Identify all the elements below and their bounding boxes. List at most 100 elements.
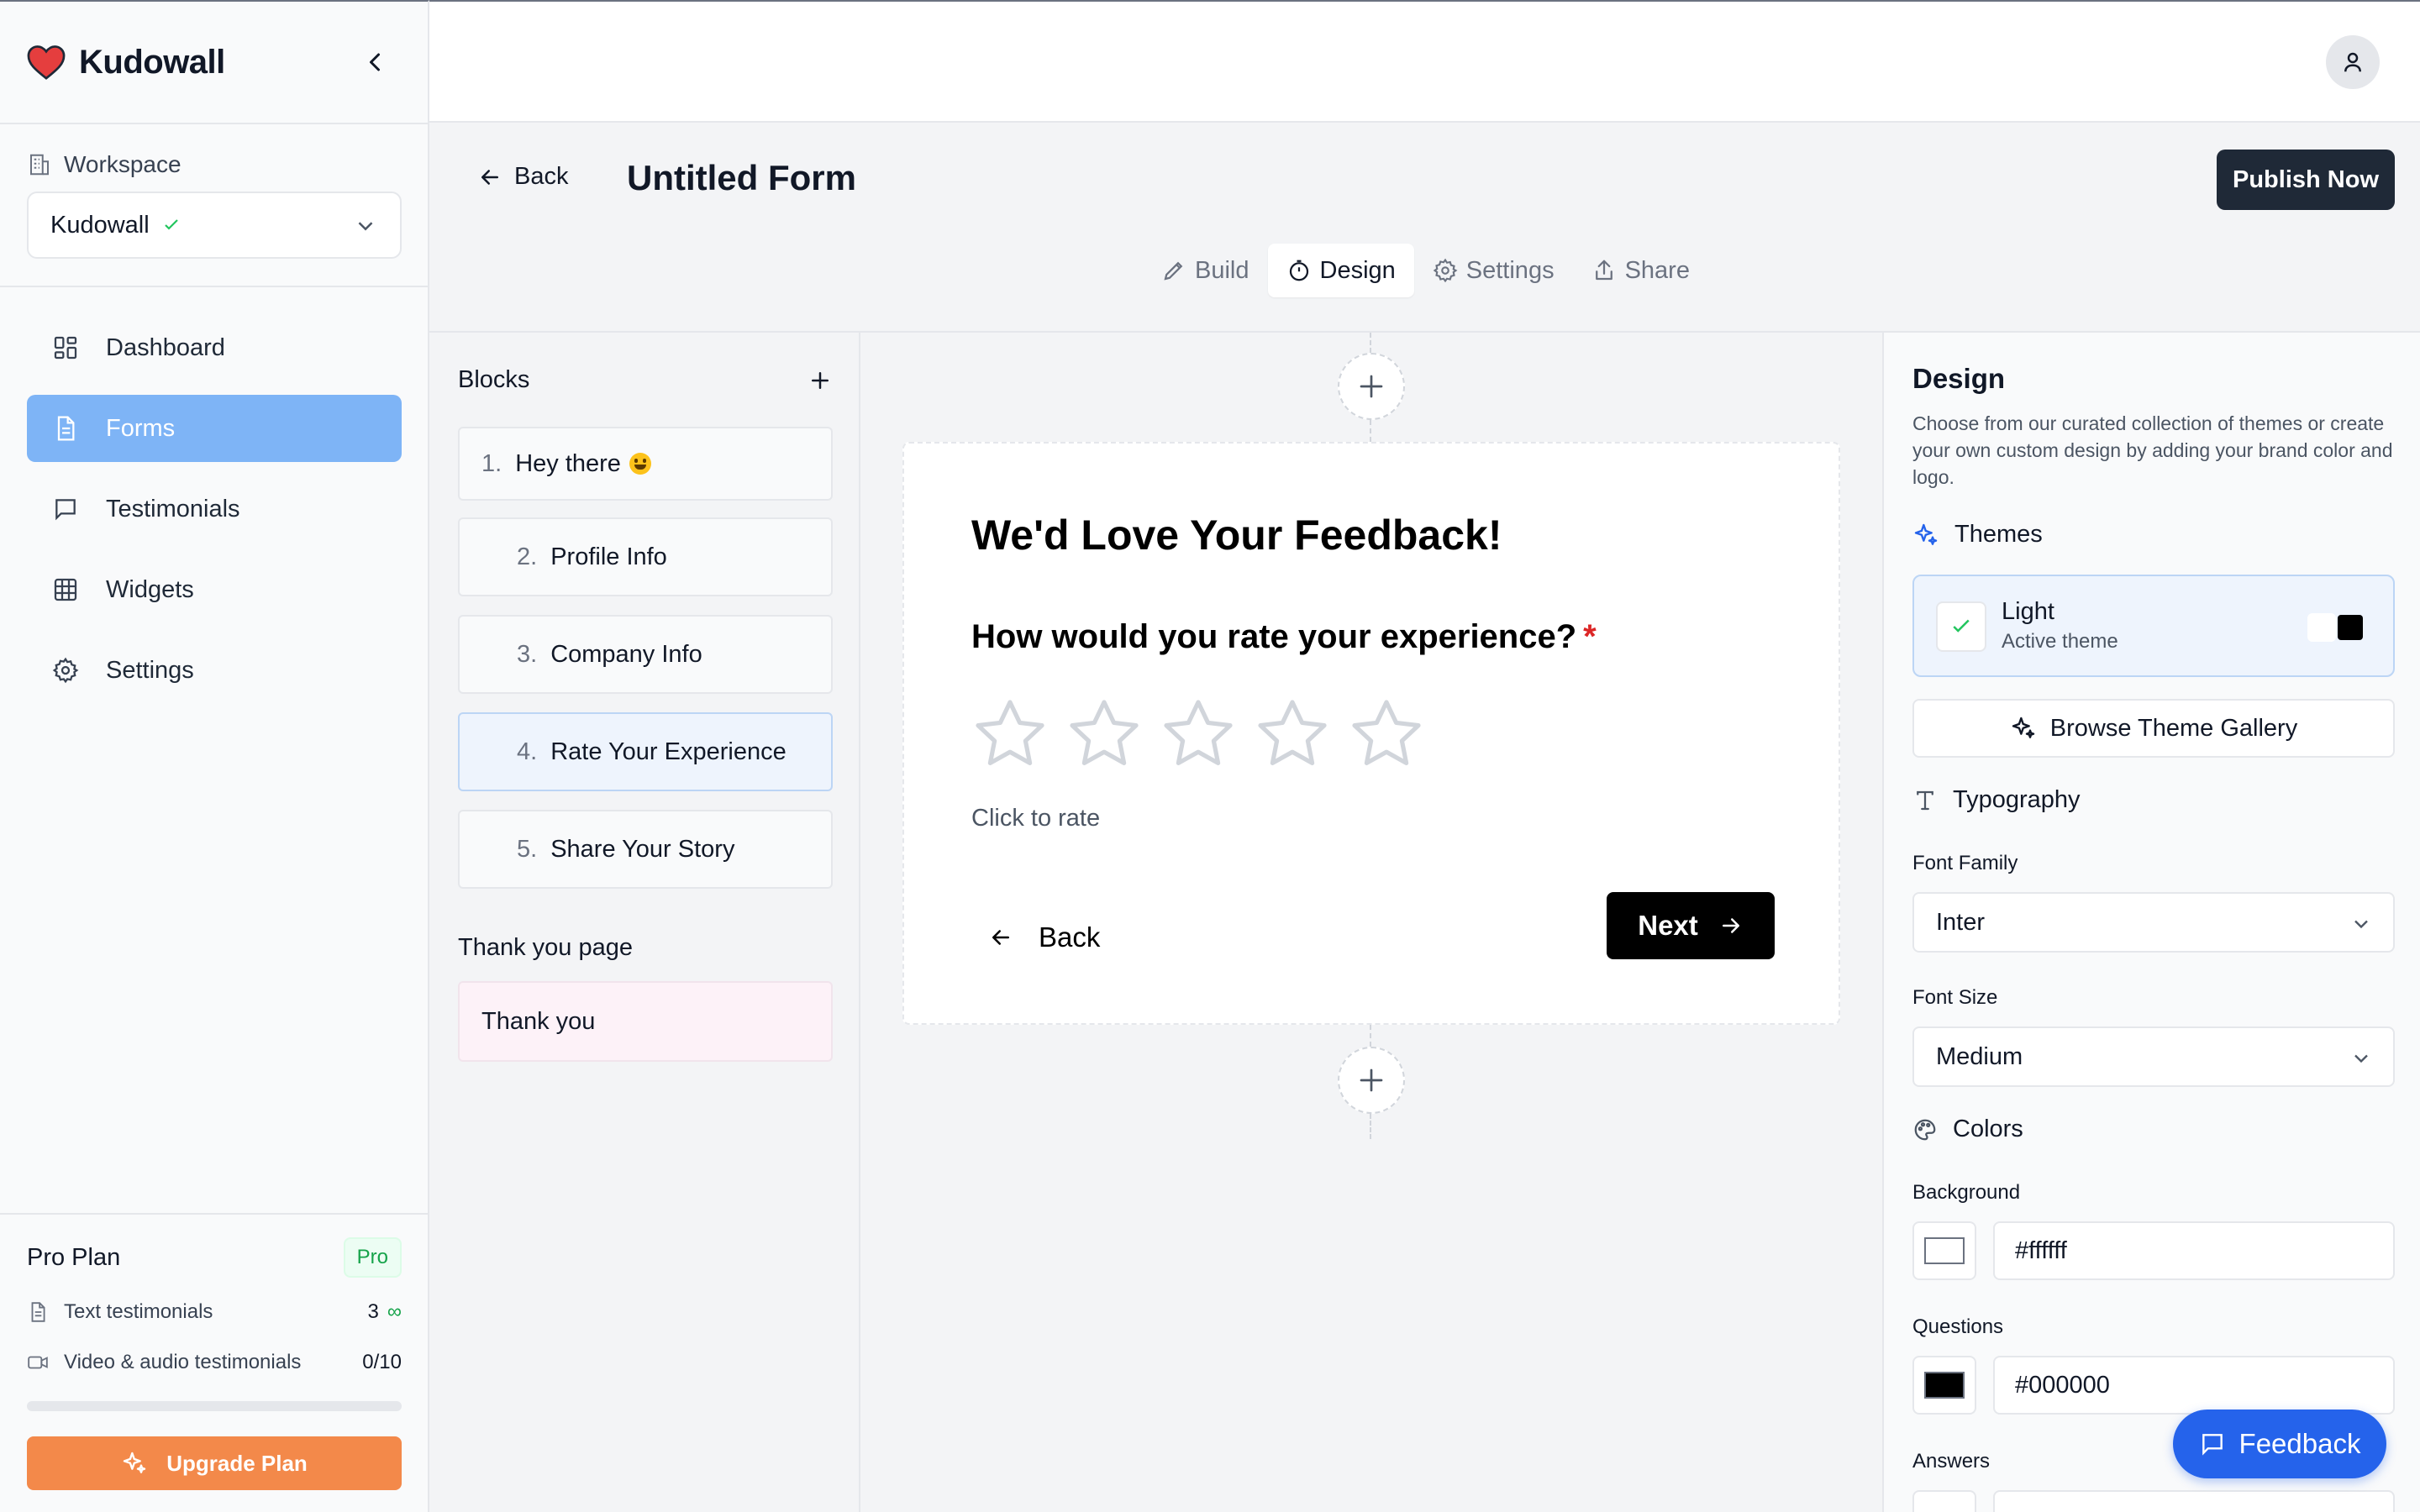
upgrade-plan-button[interactable]: Upgrade Plan bbox=[27, 1436, 402, 1490]
theme-card-light[interactable]: Light Active theme bbox=[1912, 575, 2395, 677]
add-block-icon[interactable] bbox=[808, 368, 833, 393]
usage-progress-bar bbox=[27, 1401, 402, 1411]
tab-label: Share bbox=[1624, 256, 1690, 284]
font-family-select[interactable]: Inter bbox=[1912, 892, 2395, 953]
star-icon[interactable] bbox=[970, 694, 1050, 774]
video-testimonials-usage: 0/10 bbox=[362, 1351, 402, 1373]
nav-item-testimonials[interactable]: Testimonials bbox=[27, 475, 402, 543]
answers-color-swatch[interactable] bbox=[1912, 1490, 1976, 1512]
add-block-below-button[interactable] bbox=[1338, 1047, 1405, 1114]
tab-share[interactable]: Share bbox=[1573, 244, 1708, 297]
tab-design[interactable]: Design bbox=[1267, 244, 1414, 297]
add-block-above-button[interactable] bbox=[1338, 353, 1405, 420]
feedback-label: Feedback bbox=[2238, 1428, 2361, 1459]
user-icon bbox=[2344, 52, 2361, 72]
document-icon bbox=[31, 1302, 45, 1322]
feedback-button[interactable]: Feedback bbox=[2173, 1410, 2386, 1478]
questions-color-input[interactable] bbox=[1993, 1356, 2395, 1415]
block-label: Company Info bbox=[550, 640, 702, 668]
video-icon bbox=[28, 1356, 48, 1369]
card-back-button[interactable]: Back bbox=[988, 904, 1100, 971]
theme-swatch-dark bbox=[2338, 615, 2363, 640]
editor-tabs: Build Design Settings Share bbox=[1143, 244, 1708, 297]
nav-item-forms[interactable]: Forms bbox=[27, 395, 402, 462]
gear-icon bbox=[52, 657, 79, 684]
plan-summary: Pro Plan Pro Text testimonials 3 ∞ Video … bbox=[27, 1236, 402, 1490]
answers-color-input[interactable] bbox=[1993, 1490, 2395, 1512]
top-bar bbox=[429, 0, 2420, 123]
chevron-down-icon bbox=[2354, 920, 2368, 929]
background-color-preview bbox=[1924, 1237, 1965, 1264]
message-icon bbox=[55, 499, 76, 521]
star-icon[interactable] bbox=[1064, 694, 1144, 774]
sidebar: Kudowall Workspace Kudowall Dashboard Fo… bbox=[0, 0, 429, 1512]
theme-name: Light bbox=[2002, 598, 2054, 625]
question-text: How would you rate your experience? * bbox=[971, 618, 1597, 656]
gear-icon bbox=[1433, 258, 1458, 283]
required-mark: * bbox=[1583, 618, 1597, 655]
block-item-5[interactable]: 5. Share Your Story bbox=[458, 810, 833, 889]
typography-section-label: Typography bbox=[1912, 786, 2081, 814]
user-avatar-button[interactable] bbox=[2326, 35, 2380, 89]
publish-now-button[interactable]: Publish Now bbox=[2217, 150, 2395, 210]
workspace-select[interactable]: Kudowall bbox=[27, 192, 402, 259]
text-testimonials-count: 3 bbox=[367, 1300, 379, 1323]
brand[interactable]: Kudowall bbox=[27, 40, 225, 84]
collapse-sidebar-button[interactable] bbox=[360, 47, 390, 77]
theme-status: Active theme bbox=[2002, 630, 2118, 653]
tab-build[interactable]: Build bbox=[1143, 244, 1268, 297]
nav-label: Widgets bbox=[106, 575, 194, 603]
questions-color-preview bbox=[1924, 1372, 1965, 1399]
star-icon[interactable] bbox=[1158, 694, 1239, 774]
background-color-input[interactable] bbox=[1993, 1221, 2395, 1280]
thankyou-block[interactable]: Thank you bbox=[458, 981, 833, 1062]
block-label: Share Your Story bbox=[550, 835, 735, 863]
workspace-label-text: Workspace bbox=[64, 151, 182, 177]
back-button[interactable]: Back bbox=[477, 163, 568, 191]
check-icon bbox=[1953, 619, 1970, 633]
connector-line bbox=[1370, 420, 1371, 442]
nav-item-dashboard[interactable]: Dashboard bbox=[27, 314, 402, 381]
block-label: Rate Your Experience bbox=[550, 738, 786, 765]
questions-color-swatch[interactable] bbox=[1912, 1356, 1976, 1415]
background-color-label: Background bbox=[1912, 1181, 2021, 1204]
divider bbox=[0, 286, 429, 287]
block-item-1[interactable]: 1. Hey there bbox=[458, 427, 833, 501]
plus-icon bbox=[1360, 375, 1383, 398]
brand-name: Kudowall bbox=[79, 43, 225, 81]
heart-logo-icon bbox=[27, 45, 66, 80]
block-label: Hey there bbox=[515, 449, 621, 477]
browse-theme-gallery-button[interactable]: Browse Theme Gallery bbox=[1912, 699, 2395, 758]
font-size-value: Medium bbox=[1936, 1042, 2023, 1070]
background-color-swatch[interactable] bbox=[1912, 1221, 1976, 1280]
infinity-icon: ∞ bbox=[387, 1300, 402, 1323]
colors-section-label: Colors bbox=[1912, 1116, 2023, 1143]
nav-item-widgets[interactable]: Widgets bbox=[27, 556, 402, 623]
share-icon bbox=[1595, 260, 1612, 281]
message-icon bbox=[2202, 1434, 2223, 1456]
star-icon[interactable] bbox=[1252, 694, 1333, 774]
form-title[interactable]: Untitled Form bbox=[627, 158, 856, 198]
pencil-icon bbox=[1164, 261, 1183, 281]
block-item-4[interactable]: 4. Rate Your Experience bbox=[458, 712, 833, 791]
block-number: 2. bbox=[517, 543, 538, 570]
blocks-panel: Blocks 1. Hey there 2. Profile Info 3. C… bbox=[429, 333, 860, 1512]
font-size-select[interactable]: Medium bbox=[1912, 1026, 2395, 1087]
gallery-label: Browse Theme Gallery bbox=[2049, 714, 2298, 742]
question-label: How would you rate your experience? bbox=[971, 618, 1577, 655]
next-button[interactable]: Next bbox=[1607, 892, 1775, 959]
nav-item-settings[interactable]: Settings bbox=[27, 637, 402, 704]
block-item-3[interactable]: 3. Company Info bbox=[458, 615, 833, 694]
palette-icon bbox=[1914, 1119, 1936, 1140]
theme-swatch-light bbox=[2307, 613, 2336, 642]
star-icon[interactable] bbox=[1346, 694, 1427, 774]
blocks-title: Blocks bbox=[458, 366, 530, 393]
grid-icon bbox=[54, 578, 77, 601]
design-title: Design bbox=[1912, 363, 2006, 394]
card-back-label: Back bbox=[1039, 921, 1101, 953]
tab-settings[interactable]: Settings bbox=[1414, 244, 1573, 297]
video-testimonials-label: Video & audio testimonials bbox=[64, 1351, 302, 1373]
nav-label: Testimonials bbox=[106, 495, 240, 522]
block-item-2[interactable]: 2. Profile Info bbox=[458, 517, 833, 596]
plan-title: Pro Plan bbox=[27, 1243, 121, 1271]
